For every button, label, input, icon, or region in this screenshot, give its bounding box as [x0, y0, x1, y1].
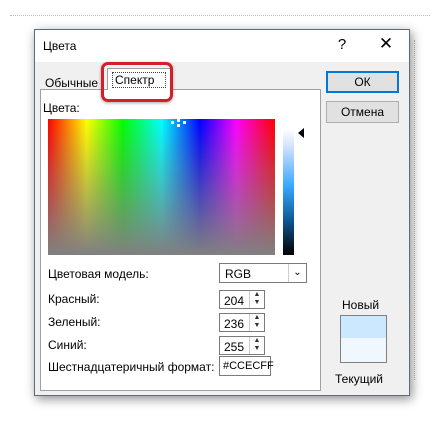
current-color-swatch: [340, 338, 387, 363]
spin-up-icon[interactable]: ▲: [250, 291, 264, 299]
chevron-down-icon[interactable]: ⌄: [288, 264, 306, 282]
spin-down-icon[interactable]: ▼: [250, 299, 264, 307]
document-dotted-border-right: [414, 40, 416, 380]
spin-down-icon[interactable]: ▼: [250, 345, 264, 353]
color-model-value: RGB: [225, 267, 252, 281]
tab-standard[interactable]: Обычные: [45, 76, 98, 90]
red-label: Красный:: [48, 292, 100, 306]
blue-label: Синий:: [48, 338, 87, 352]
red-stepper[interactable]: 204 ▲ ▼: [219, 290, 265, 309]
dialog-title: Цвета: [43, 39, 77, 53]
highlight-frame: [101, 62, 173, 102]
title-bar: Цвета ? ✕: [35, 30, 409, 62]
color-model-select[interactable]: RGB ⌄: [219, 263, 307, 283]
help-icon[interactable]: ?: [333, 36, 351, 53]
cancel-button[interactable]: Отмена: [326, 101, 399, 123]
green-stepper[interactable]: 236 ▲ ▼: [219, 313, 265, 332]
luminance-arrow-icon[interactable]: [298, 128, 304, 138]
colors-label: Цвета:: [43, 101, 80, 115]
hex-label: Шестнадцатеричный формат:: [48, 360, 215, 374]
new-color-swatch: [340, 315, 387, 339]
spin-down-icon[interactable]: ▼: [250, 322, 264, 330]
spin-up-icon[interactable]: ▲: [250, 314, 264, 322]
color-model-label: Цветовая модель:: [48, 267, 149, 281]
document-dotted-border: [10, 15, 430, 24]
spin-up-icon[interactable]: ▲: [250, 337, 264, 345]
luminance-slider[interactable]: [283, 129, 294, 255]
green-label: Зеленый:: [48, 315, 101, 329]
red-value: 204: [224, 294, 245, 308]
colors-dialog: Цвета ? ✕ Обычные Спектр Цвета: Цветовая…: [34, 29, 410, 396]
blue-stepper[interactable]: 255 ▲ ▼: [219, 336, 265, 355]
current-color-label: Текущий: [335, 372, 383, 386]
crosshair-icon: [171, 119, 187, 128]
color-spectrum-picker[interactable]: [48, 119, 275, 255]
green-value: 236: [224, 317, 245, 331]
ok-button[interactable]: ОК: [326, 71, 399, 93]
close-icon[interactable]: ✕: [376, 34, 396, 54]
new-color-label: Новый: [342, 298, 380, 312]
blue-value: 255: [224, 340, 245, 354]
hex-field[interactable]: #CCECFF: [219, 356, 274, 376]
hex-value: #CCECFF: [223, 360, 274, 372]
